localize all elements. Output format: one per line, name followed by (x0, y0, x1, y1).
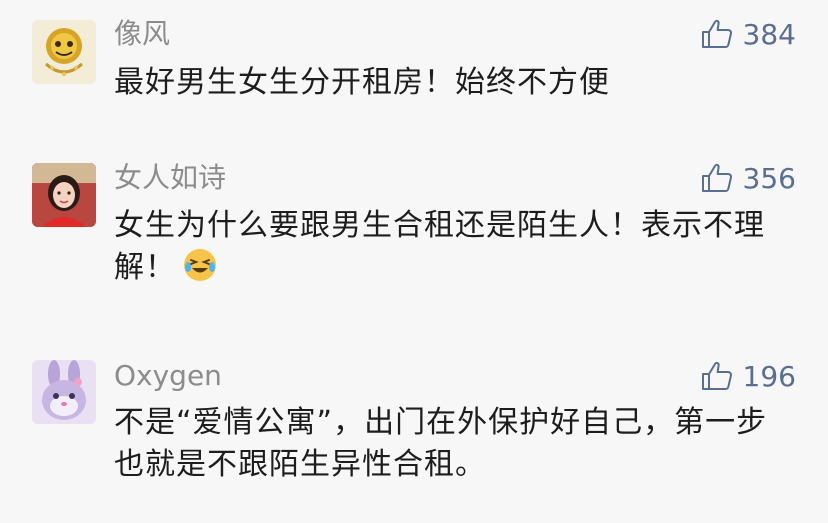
thumbs-up-icon (701, 163, 733, 193)
thumbs-up-icon (701, 361, 733, 391)
comment-text: 最好男生女生分开租房！始终不方便 (114, 65, 610, 100)
like-button[interactable]: 356 (701, 160, 796, 196)
like-count: 384 (742, 17, 796, 51)
comment-item: 像风 384 最好男生女生分开租房！始终不方便 (0, 0, 828, 120)
thumbs-up-icon (701, 19, 733, 49)
comment-author-name[interactable]: Oxygen (114, 358, 222, 394)
avatar-image (32, 20, 96, 84)
comment-item: Oxygen 196 不是“爱情公寓”，出门在外保护好自己，第一步也就是不跟陌生… (0, 340, 828, 523)
comment-text: 女生为什么要跟男生合租还是陌生人！表示不理解！ (114, 205, 794, 295)
comment-author-name[interactable]: 像风 (114, 16, 170, 52)
avatar-image (32, 360, 96, 424)
comment-item: 女人如诗 356 女生为什么要跟男生合租还是陌生人！表示不理解！ (0, 145, 828, 325)
laughing-crying-emoji (182, 247, 218, 295)
avatar[interactable] (32, 163, 96, 227)
comment-author-name[interactable]: 女人如诗 (114, 160, 226, 196)
like-button[interactable]: 384 (701, 16, 796, 52)
avatar[interactable] (32, 360, 96, 424)
like-button[interactable]: 196 (701, 358, 796, 394)
comment-text: 不是“爱情公寓”，出门在外保护好自己，第一步也就是不跟陌生异性合租。 (114, 405, 768, 482)
like-count: 196 (742, 359, 796, 393)
avatar[interactable] (32, 20, 96, 84)
like-count: 356 (742, 161, 796, 195)
avatar-image (32, 163, 96, 227)
